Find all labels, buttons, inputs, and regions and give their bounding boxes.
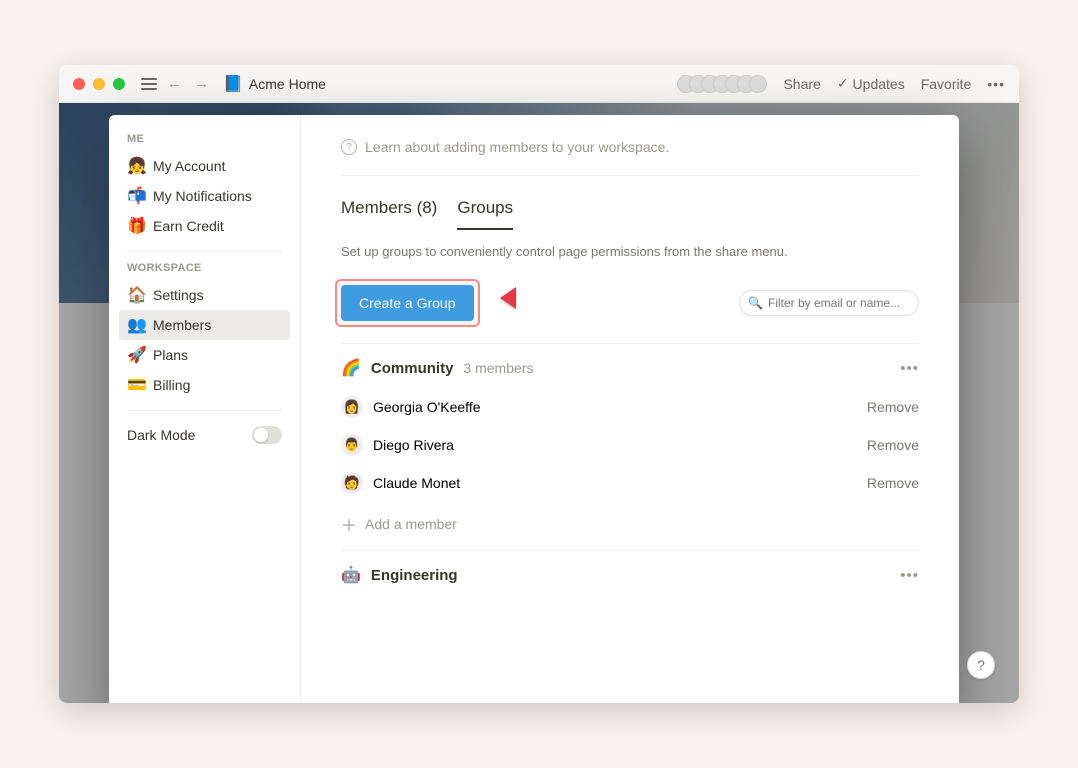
tabs: Members (8) Groups (341, 198, 919, 230)
sidebar-item-label: Settings (153, 287, 204, 303)
divider (127, 410, 282, 411)
helper-text: Set up groups to conveniently control pa… (341, 244, 919, 259)
learn-text: Learn about adding members to your works… (365, 139, 669, 155)
share-button[interactable]: Share (783, 76, 820, 92)
group-header[interactable]: 🌈 Community 3 members ••• (341, 344, 919, 388)
group-engineering: 🤖 Engineering ••• (341, 551, 919, 595)
collaborator-avatars[interactable] (683, 75, 767, 93)
member-row: 👩 Georgia O'Keeffe Remove (341, 388, 919, 426)
tab-groups[interactable]: Groups (457, 198, 513, 230)
tab-members[interactable]: Members (8) (341, 198, 437, 230)
gift-icon: 🎁 (127, 216, 145, 236)
avatar: 🧑 (341, 472, 363, 494)
mailbox-icon: 📬 (127, 186, 145, 206)
maximize-window-icon[interactable] (113, 78, 125, 90)
updates-button[interactable]: ✓ Updates (837, 75, 905, 92)
remove-button[interactable]: Remove (867, 437, 919, 453)
avatar: 👨 (341, 434, 363, 456)
avatar: 👩 (341, 396, 363, 418)
window-controls (73, 78, 125, 90)
sidebar-item-notifications[interactable]: 📬 My Notifications (119, 181, 290, 211)
member-name: Georgia O'Keeffe (373, 399, 480, 415)
dark-mode-row: Dark Mode (119, 421, 290, 449)
people-icon: 👥 (127, 315, 145, 335)
settings-main: ? Learn about adding members to your wor… (301, 115, 959, 703)
filter-input[interactable] (739, 290, 919, 316)
learn-more-row[interactable]: ? Learn about adding members to your wor… (341, 139, 919, 176)
avatar-icon: 👧 (127, 156, 145, 176)
favorite-button[interactable]: Favorite (921, 76, 972, 92)
robot-icon: 🤖 (341, 565, 361, 585)
group-header[interactable]: 🤖 Engineering ••• (341, 551, 919, 595)
member-row: 👨 Diego Rivera Remove (341, 426, 919, 464)
rocket-icon: 🚀 (127, 345, 145, 365)
updates-label: Updates (853, 76, 905, 92)
sidebar-item-label: Plans (153, 347, 188, 363)
breadcrumb[interactable]: 📘 Acme Home (223, 74, 326, 94)
avatar (749, 75, 767, 93)
sidebar-item-label: Earn Credit (153, 218, 224, 234)
divider (127, 251, 282, 252)
plus-icon: ＋ (341, 512, 357, 536)
group-community: 🌈 Community 3 members ••• 👩 Georgia O'Ke… (341, 344, 919, 551)
close-window-icon[interactable] (73, 78, 85, 90)
member-row: 🧑 Claude Monet Remove (341, 464, 919, 502)
top-actions: Share ✓ Updates Favorite ••• (783, 75, 1005, 92)
add-member-label: Add a member (365, 516, 457, 532)
settings-sidebar: ME 👧 My Account 📬 My Notifications 🎁 Ear… (109, 115, 301, 703)
help-fab[interactable]: ? (967, 651, 995, 679)
rainbow-icon: 🌈 (341, 358, 361, 378)
member-name: Claude Monet (373, 475, 460, 491)
sidebar-item-label: Billing (153, 377, 190, 393)
credit-card-icon: 💳 (127, 375, 145, 395)
sidebar-heading-workspace: WORKSPACE (127, 262, 282, 274)
sidebar-item-billing[interactable]: 💳 Billing (119, 370, 290, 400)
add-member-button[interactable]: ＋ Add a member (341, 502, 919, 550)
group-name: Community (371, 360, 454, 377)
settings-modal: ME 👧 My Account 📬 My Notifications 🎁 Ear… (109, 115, 959, 703)
nav-forward-icon[interactable]: → (192, 75, 211, 92)
sidebar-item-label: My Account (153, 158, 225, 174)
nav-back-icon[interactable]: ← (165, 75, 184, 92)
hamburger-icon[interactable] (141, 78, 157, 90)
group-menu-icon[interactable]: ••• (900, 567, 919, 584)
group-menu-icon[interactable]: ••• (900, 360, 919, 377)
sidebar-item-settings[interactable]: 🏠 Settings (119, 280, 290, 310)
group-count: 3 members (463, 360, 533, 376)
search-icon: 🔍 (748, 296, 763, 310)
sidebar-item-plans[interactable]: 🚀 Plans (119, 340, 290, 370)
minimize-window-icon[interactable] (93, 78, 105, 90)
sidebar-item-label: Members (153, 317, 211, 333)
create-group-button[interactable]: Create a Group (341, 285, 474, 321)
app-window: ← → 📘 Acme Home Share ✓ Updates Favorite… (59, 65, 1019, 703)
page-icon: 📘 (223, 74, 243, 94)
house-icon: 🏠 (127, 285, 145, 305)
titlebar: ← → 📘 Acme Home Share ✓ Updates Favorite… (59, 65, 1019, 103)
member-name: Diego Rivera (373, 437, 454, 453)
dark-mode-toggle[interactable] (252, 426, 282, 444)
sidebar-item-earn-credit[interactable]: 🎁 Earn Credit (119, 211, 290, 241)
sidebar-item-label: My Notifications (153, 188, 252, 204)
filter-wrap: 🔍 (739, 290, 919, 316)
breadcrumb-text: Acme Home (249, 76, 326, 92)
more-icon[interactable]: ••• (987, 76, 1005, 92)
remove-button[interactable]: Remove (867, 399, 919, 415)
dark-mode-label: Dark Mode (127, 427, 195, 443)
action-row: Create a Group 🔍 (341, 285, 919, 344)
help-icon: ? (341, 139, 357, 155)
create-group-highlight: Create a Group (341, 285, 474, 321)
group-name: Engineering (371, 567, 458, 584)
annotation-arrow-icon (496, 281, 556, 315)
sidebar-item-members[interactable]: 👥 Members (119, 310, 290, 340)
sidebar-item-my-account[interactable]: 👧 My Account (119, 151, 290, 181)
sidebar-heading-me: ME (127, 133, 282, 145)
remove-button[interactable]: Remove (867, 475, 919, 491)
